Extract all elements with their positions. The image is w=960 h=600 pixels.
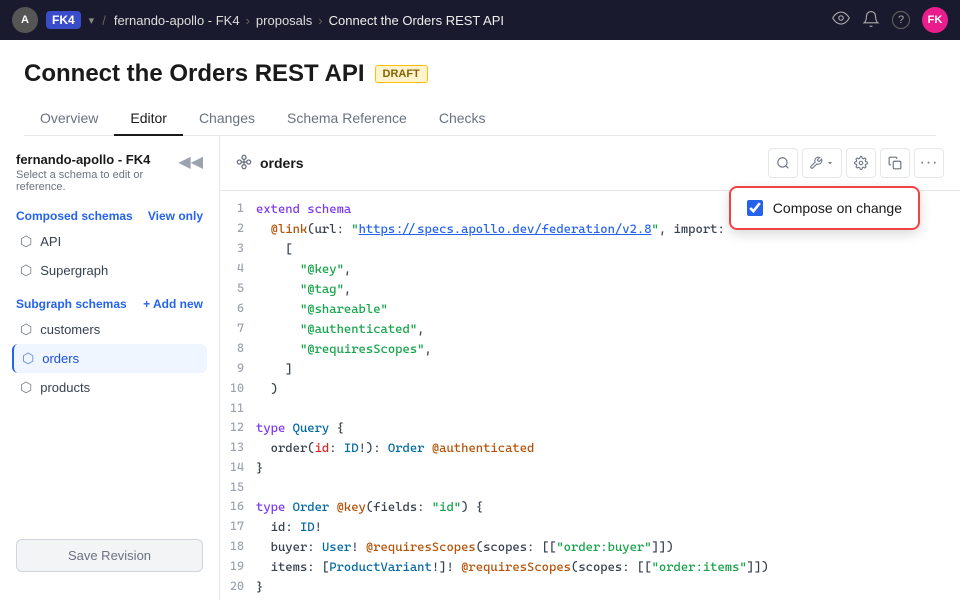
api-label: API [40,234,61,249]
sidebar-item-api[interactable]: ⬡ API [12,227,207,256]
api-icon: ⬡ [20,233,32,250]
code-line: 18 buyer: User! @requiresScopes(scopes: … [220,537,960,557]
page-tabs: Overview Editor Changes Schema Reference… [24,102,936,136]
code-line: 6 "@shareable" [220,299,960,319]
draft-badge: DRAFT [375,65,428,83]
code-line: 3 [ [220,239,960,259]
compose-checkbox[interactable] [747,200,763,216]
user-avatar[interactable]: FK [922,7,948,33]
code-line: 14 } [220,458,960,478]
editor-toolbar: ··· [768,148,944,178]
search-button[interactable] [768,148,798,178]
org-avatar[interactable]: A [12,7,38,33]
page: Connect the Orders REST API DRAFT Overvi… [0,40,960,600]
code-editor[interactable]: 1 extend schema 2 @link(url: "https://sp… [220,191,960,600]
code-line: 13 order(id: ID!): Order @authenticated [220,438,960,458]
code-line: 5 "@tag", [220,279,960,299]
collapse-button[interactable]: ◀◀ [178,152,203,172]
compose-settings-button[interactable] [846,148,876,178]
subgraph-schemas-section: Subgraph schemas + Add new ⬡ customers ⬡… [0,293,219,402]
code-line: 9 ] [220,359,960,379]
graph-button[interactable]: FK4 [46,11,81,29]
code-line: 15 [220,478,960,497]
build-dropdown-button[interactable] [802,148,842,178]
breadcrumb-org[interactable]: fernando-apollo - FK4 [114,13,240,28]
composed-schemas-section: Composed schemas View only ⬡ API ⬡ Super… [0,205,219,285]
schema-icon [236,154,252,173]
sidebar-org: fernando-apollo - FK4 [16,152,178,167]
sidebar: fernando-apollo - FK4 Select a schema to… [0,136,220,600]
bell-icon[interactable] [862,10,880,31]
code-line: 7 "@authenticated", [220,319,960,339]
breadcrumb-current: Connect the Orders REST API [329,13,504,28]
supergraph-icon: ⬡ [20,262,32,279]
page-header: Connect the Orders REST API DRAFT Overvi… [0,40,960,136]
tab-checks[interactable]: Checks [423,102,502,136]
supergraph-label: Supergraph [40,263,108,278]
page-title-row: Connect the Orders REST API DRAFT [24,60,936,88]
tab-overview[interactable]: Overview [24,102,114,136]
composed-schemas-title: Composed schemas View only [12,205,207,227]
breadcrumb: fernando-apollo - FK4 › proposals › Conn… [114,13,504,28]
products-icon: ⬡ [20,379,32,396]
code-line: 20 } [220,577,960,597]
view-only-label[interactable]: View only [148,209,203,223]
code-line: 19 items: [ProductVariant!]! @requiresSc… [220,557,960,577]
code-line: 16 type Order @key(fields: "id") { [220,497,960,517]
orders-label: orders [42,351,79,366]
schema-name: orders [260,155,304,171]
customers-icon: ⬡ [20,321,32,338]
code-line: 4 "@key", [220,259,960,279]
breadcrumb-proposals[interactable]: proposals [256,13,312,28]
sidebar-footer: Save Revision [0,527,219,584]
topbar-icons: ? FK [832,7,948,33]
tab-schema-reference[interactable]: Schema Reference [271,102,423,136]
main: fernando-apollo - FK4 Select a schema to… [0,136,960,600]
sidebar-hint: Select a schema to edit or reference. [16,169,178,193]
save-revision-button[interactable]: Save Revision [16,539,203,572]
sidebar-item-customers[interactable]: ⬡ customers [12,315,207,344]
code-line: 8 "@requiresScopes", [220,339,960,359]
subgraph-schemas-title: Subgraph schemas + Add new [12,293,207,315]
sidebar-header: fernando-apollo - FK4 Select a schema to… [0,152,219,205]
editor-header: orders ··· [220,136,960,191]
sidebar-item-supergraph[interactable]: ⬡ Supergraph [12,256,207,285]
code-line: 12 type Query { [220,418,960,438]
more-button[interactable]: ··· [914,148,944,178]
eye-icon[interactable] [832,9,850,32]
add-new-button[interactable]: + Add new [143,297,203,311]
compose-popup-label: Compose on change [773,200,902,216]
topbar: A FK4 ▾ / fernando-apollo - FK4 › propos… [0,0,960,40]
topbar-chevron[interactable]: ▾ [89,14,95,27]
products-label: products [40,380,90,395]
sidebar-item-products[interactable]: ⬡ products [12,373,207,402]
code-line: 10 ) [220,379,960,399]
code-line: 17 id: ID! [220,517,960,537]
copy-button[interactable] [880,148,910,178]
tab-editor[interactable]: Editor [114,102,183,136]
code-line: 11 [220,399,960,418]
question-icon[interactable]: ? [892,11,910,29]
editor-area: orders ··· [220,136,960,600]
customers-label: customers [40,322,100,337]
tab-changes[interactable]: Changes [183,102,271,136]
compose-popup: Compose on change [729,186,920,230]
sidebar-item-orders[interactable]: ⬡ orders [12,344,207,373]
page-title: Connect the Orders REST API [24,60,365,88]
orders-icon: ⬡ [22,350,34,367]
